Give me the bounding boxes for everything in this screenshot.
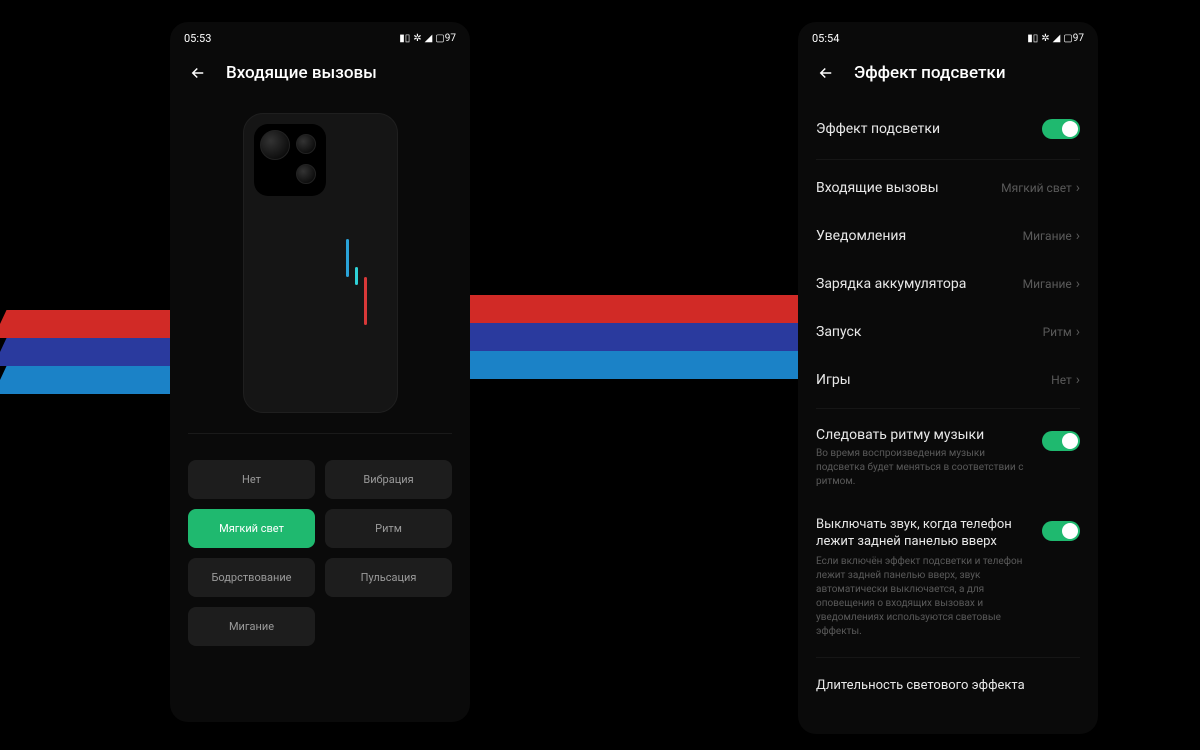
settings-list: Эффект подсветки Входящие вызовы Мягкий … [798, 103, 1098, 693]
divider [816, 159, 1080, 160]
option-vibration[interactable]: Вибрация [325, 460, 452, 499]
setting-duration[interactable]: Длительность светового эффекта [816, 662, 1080, 693]
setting-description: Если включён эффект подсветки и телефон … [816, 555, 1026, 639]
vibrate-icon: ▮▯ [1027, 33, 1038, 44]
bg-stripe-mid [470, 295, 800, 379]
bluetooth-icon: ✲ [1041, 33, 1049, 44]
setting-music-rhythm[interactable]: Следовать ритму музыки Во время воспроиз… [816, 413, 1080, 503]
camera-module-icon [254, 124, 326, 196]
battery-icon: ▢97 [1063, 33, 1084, 44]
option-blink[interactable]: Мигание [188, 607, 315, 646]
setting-value: Мигание› [1023, 228, 1080, 244]
setting-description: Во время воспроизведения музыки подсветк… [816, 447, 1026, 489]
chevron-right-icon: › [1076, 372, 1080, 388]
divider [188, 433, 452, 434]
bg-stripe-left [0, 310, 180, 394]
status-time: 05:53 [184, 32, 211, 45]
statusbar: 05:53 ▮▯ ✲ ◢ ▢97 [170, 22, 470, 49]
status-icons: ▮▯ ✲ ◢ ▢97 [1027, 33, 1084, 44]
setting-label: Игры [816, 372, 851, 388]
back-button[interactable] [188, 63, 208, 83]
phone-right: 05:54 ▮▯ ✲ ◢ ▢97 Эффект подсветки Эффект… [798, 22, 1098, 734]
option-none[interactable]: Нет [188, 460, 315, 499]
setting-value: Мигание› [1023, 276, 1080, 292]
setting-value: Мягкий свет› [1001, 180, 1080, 196]
chevron-right-icon: › [1076, 228, 1080, 244]
divider [816, 657, 1080, 658]
setting-label: Эффект подсветки [816, 121, 940, 137]
status-time: 05:54 [812, 32, 839, 45]
phone-illustration [243, 113, 398, 413]
toggle-lighting[interactable] [1042, 119, 1080, 139]
toggle-music[interactable] [1042, 431, 1080, 451]
divider [816, 408, 1080, 409]
wifi-icon: ◢ [425, 33, 433, 44]
back-button[interactable] [816, 63, 836, 83]
page-title: Входящие вызовы [226, 63, 377, 83]
setting-label: Выключать звук, когда телефон лежит задн… [816, 517, 1032, 551]
setting-value: Нет› [1051, 372, 1080, 388]
setting-value: Ритм› [1043, 324, 1080, 340]
header: Эффект подсветки [798, 49, 1098, 103]
header: Входящие вызовы [170, 49, 470, 103]
status-icons: ▮▯ ✲ ◢ ▢97 [399, 33, 456, 44]
setting-incoming-calls[interactable]: Входящие вызовы Мягкий свет› [816, 164, 1080, 212]
setting-label: Следовать ритму музыки [816, 427, 1026, 443]
toggle-mute[interactable] [1042, 521, 1080, 541]
setting-label: Уведомления [816, 228, 906, 244]
setting-launch[interactable]: Запуск Ритм› [816, 308, 1080, 356]
option-wake[interactable]: Бодрствование [188, 558, 315, 597]
setting-label: Входящие вызовы [816, 180, 939, 196]
setting-label: Зарядка аккумулятора [816, 276, 966, 292]
chevron-right-icon: › [1076, 276, 1080, 292]
chevron-right-icon: › [1076, 324, 1080, 340]
setting-label: Запуск [816, 324, 861, 340]
setting-mute-face-down[interactable]: Выключать звук, когда телефон лежит задн… [816, 503, 1080, 653]
statusbar: 05:54 ▮▯ ✲ ◢ ▢97 [798, 22, 1098, 49]
option-soft-light[interactable]: Мягкий свет [188, 509, 315, 548]
options-grid: Нет Вибрация Мягкий свет Ритм Бодрствова… [170, 446, 470, 660]
wifi-icon: ◢ [1053, 33, 1061, 44]
battery-icon: ▢97 [435, 33, 456, 44]
phone-left: 05:53 ▮▯ ✲ ◢ ▢97 Входящие вызовы Нет Виб… [170, 22, 470, 722]
setting-notifications[interactable]: Уведомления Мигание› [816, 212, 1080, 260]
option-pulse[interactable]: Пульсация [325, 558, 452, 597]
page-title: Эффект подсветки [854, 63, 1006, 83]
setting-battery-charge[interactable]: Зарядка аккумулятора Мигание› [816, 260, 1080, 308]
bluetooth-icon: ✲ [413, 33, 421, 44]
option-rhythm[interactable]: Ритм [325, 509, 452, 548]
led-strips-icon [346, 229, 367, 325]
chevron-right-icon: › [1076, 180, 1080, 196]
setting-lighting-effect[interactable]: Эффект подсветки [816, 103, 1080, 155]
vibrate-icon: ▮▯ [399, 33, 410, 44]
setting-label: Длительность светового эффекта [816, 678, 1025, 693]
setting-games[interactable]: Игры Нет› [816, 356, 1080, 404]
